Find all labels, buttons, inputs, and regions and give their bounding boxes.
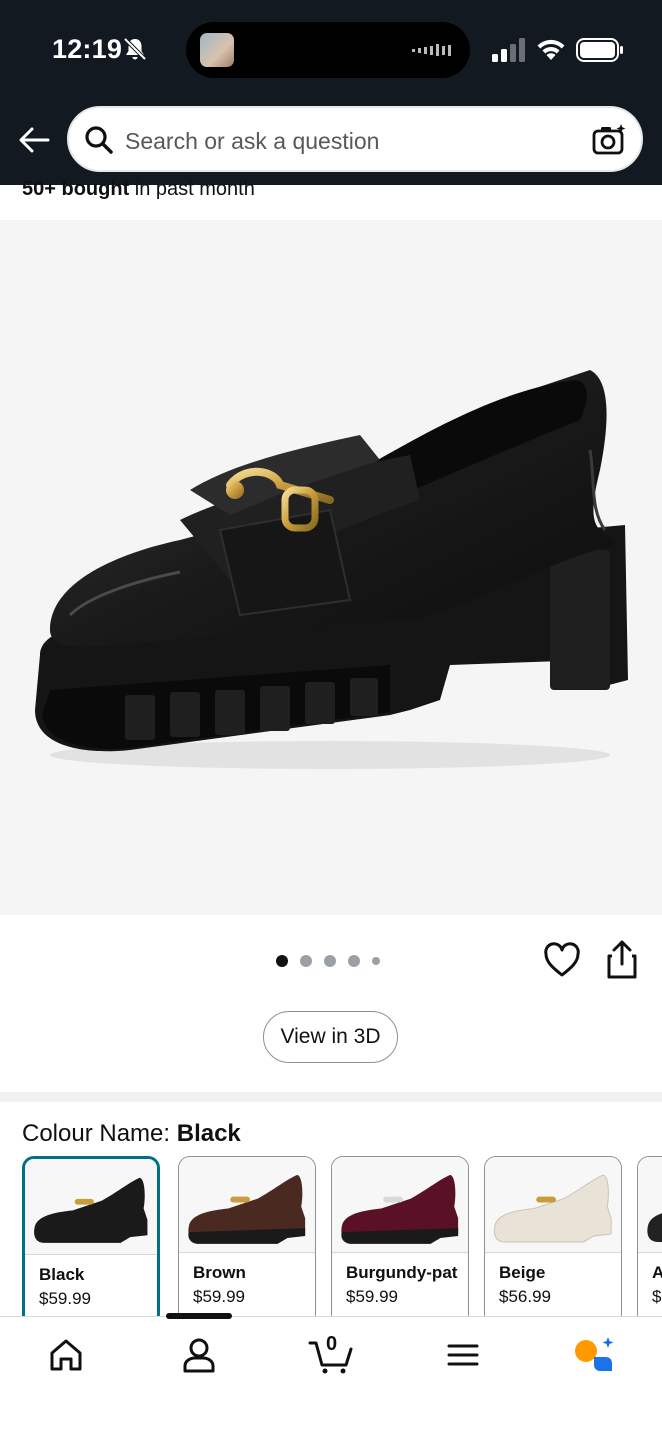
colour-swatch-beige[interactable]: Beige $56.99 — [484, 1156, 622, 1316]
swatch-price: $ — [652, 1287, 662, 1306]
cart-button[interactable]: 0 — [308, 1333, 354, 1375]
camera-search-icon[interactable] — [591, 122, 627, 158]
product-image[interactable] — [30, 360, 630, 780]
swatch-price: $59.99 — [193, 1287, 245, 1306]
audio-bars-icon — [412, 44, 451, 56]
bought-count: 50+ bought in past month — [22, 178, 255, 200]
product-image-gallery[interactable] — [0, 220, 662, 915]
app-header: 12:19 Search or ask a question — [0, 0, 662, 185]
colour-swatch-burgundy-pat[interactable]: Burgundy-pat $59.99 — [331, 1156, 469, 1316]
home-icon[interactable] — [46, 1335, 86, 1375]
active-tab-indicator — [166, 1313, 232, 1319]
gallery-dot-1[interactable] — [276, 955, 288, 967]
status-bar: 12:19 — [0, 0, 662, 100]
bell-muted-icon — [123, 37, 147, 61]
colour-swatch-brown[interactable]: Brown $59.99 — [178, 1156, 316, 1316]
swatch-name: A — [652, 1263, 662, 1283]
gallery-dot-4[interactable] — [348, 955, 360, 967]
menu-icon[interactable] — [443, 1335, 483, 1375]
swatch-price: $59.99 — [346, 1287, 398, 1306]
search-input[interactable]: Search or ask a question — [125, 128, 379, 155]
colour-swatch-black[interactable]: Black $59.99 — [22, 1156, 160, 1316]
gallery-dot-3[interactable] — [324, 955, 336, 967]
now-playing-artwork — [200, 33, 234, 67]
swatch-image — [485, 1157, 621, 1253]
cellular-signal-icon — [492, 38, 525, 62]
gallery-dot-5[interactable] — [372, 957, 380, 965]
view-in-3d-button[interactable]: View in 3D — [263, 1011, 398, 1063]
heart-icon[interactable] — [543, 942, 581, 978]
status-time: 12:19 — [52, 34, 123, 64]
swatch-image — [179, 1157, 315, 1253]
gallery-dot-2[interactable] — [300, 955, 312, 967]
bottom-navigation: 0 — [0, 1313, 662, 1440]
swatch-name: Black — [39, 1265, 85, 1284]
swatch-price: $59.99 — [39, 1289, 91, 1308]
back-arrow-icon[interactable] — [16, 122, 52, 158]
swatch-name: Beige — [499, 1263, 546, 1282]
swatch-image — [25, 1159, 157, 1255]
cart-count: 0 — [326, 1333, 338, 1355]
swatch-image — [638, 1157, 662, 1253]
colour-swatch-list: Black $59.99 Brown $59.99 Burgundy-pat $… — [22, 1156, 662, 1316]
gallery-pagination — [276, 953, 380, 969]
swatch-price: $56.99 — [499, 1287, 551, 1306]
swatch-name: Burgundy-pat — [346, 1263, 458, 1282]
share-icon[interactable] — [604, 940, 640, 980]
wifi-icon — [537, 39, 565, 60]
swatch-image — [332, 1157, 468, 1253]
battery-icon — [576, 38, 623, 62]
section-divider — [0, 1092, 662, 1102]
search-bar[interactable]: Search or ask a question — [67, 106, 643, 172]
account-icon[interactable] — [179, 1335, 219, 1375]
colour-name-label: Colour Name: Black — [22, 1120, 241, 1147]
colour-swatch-partial[interactable]: A $ — [637, 1156, 662, 1316]
search-icon — [85, 126, 113, 154]
dynamic-island — [186, 22, 470, 78]
rufus-icon[interactable] — [572, 1335, 616, 1375]
swatch-name: Brown — [193, 1263, 246, 1282]
